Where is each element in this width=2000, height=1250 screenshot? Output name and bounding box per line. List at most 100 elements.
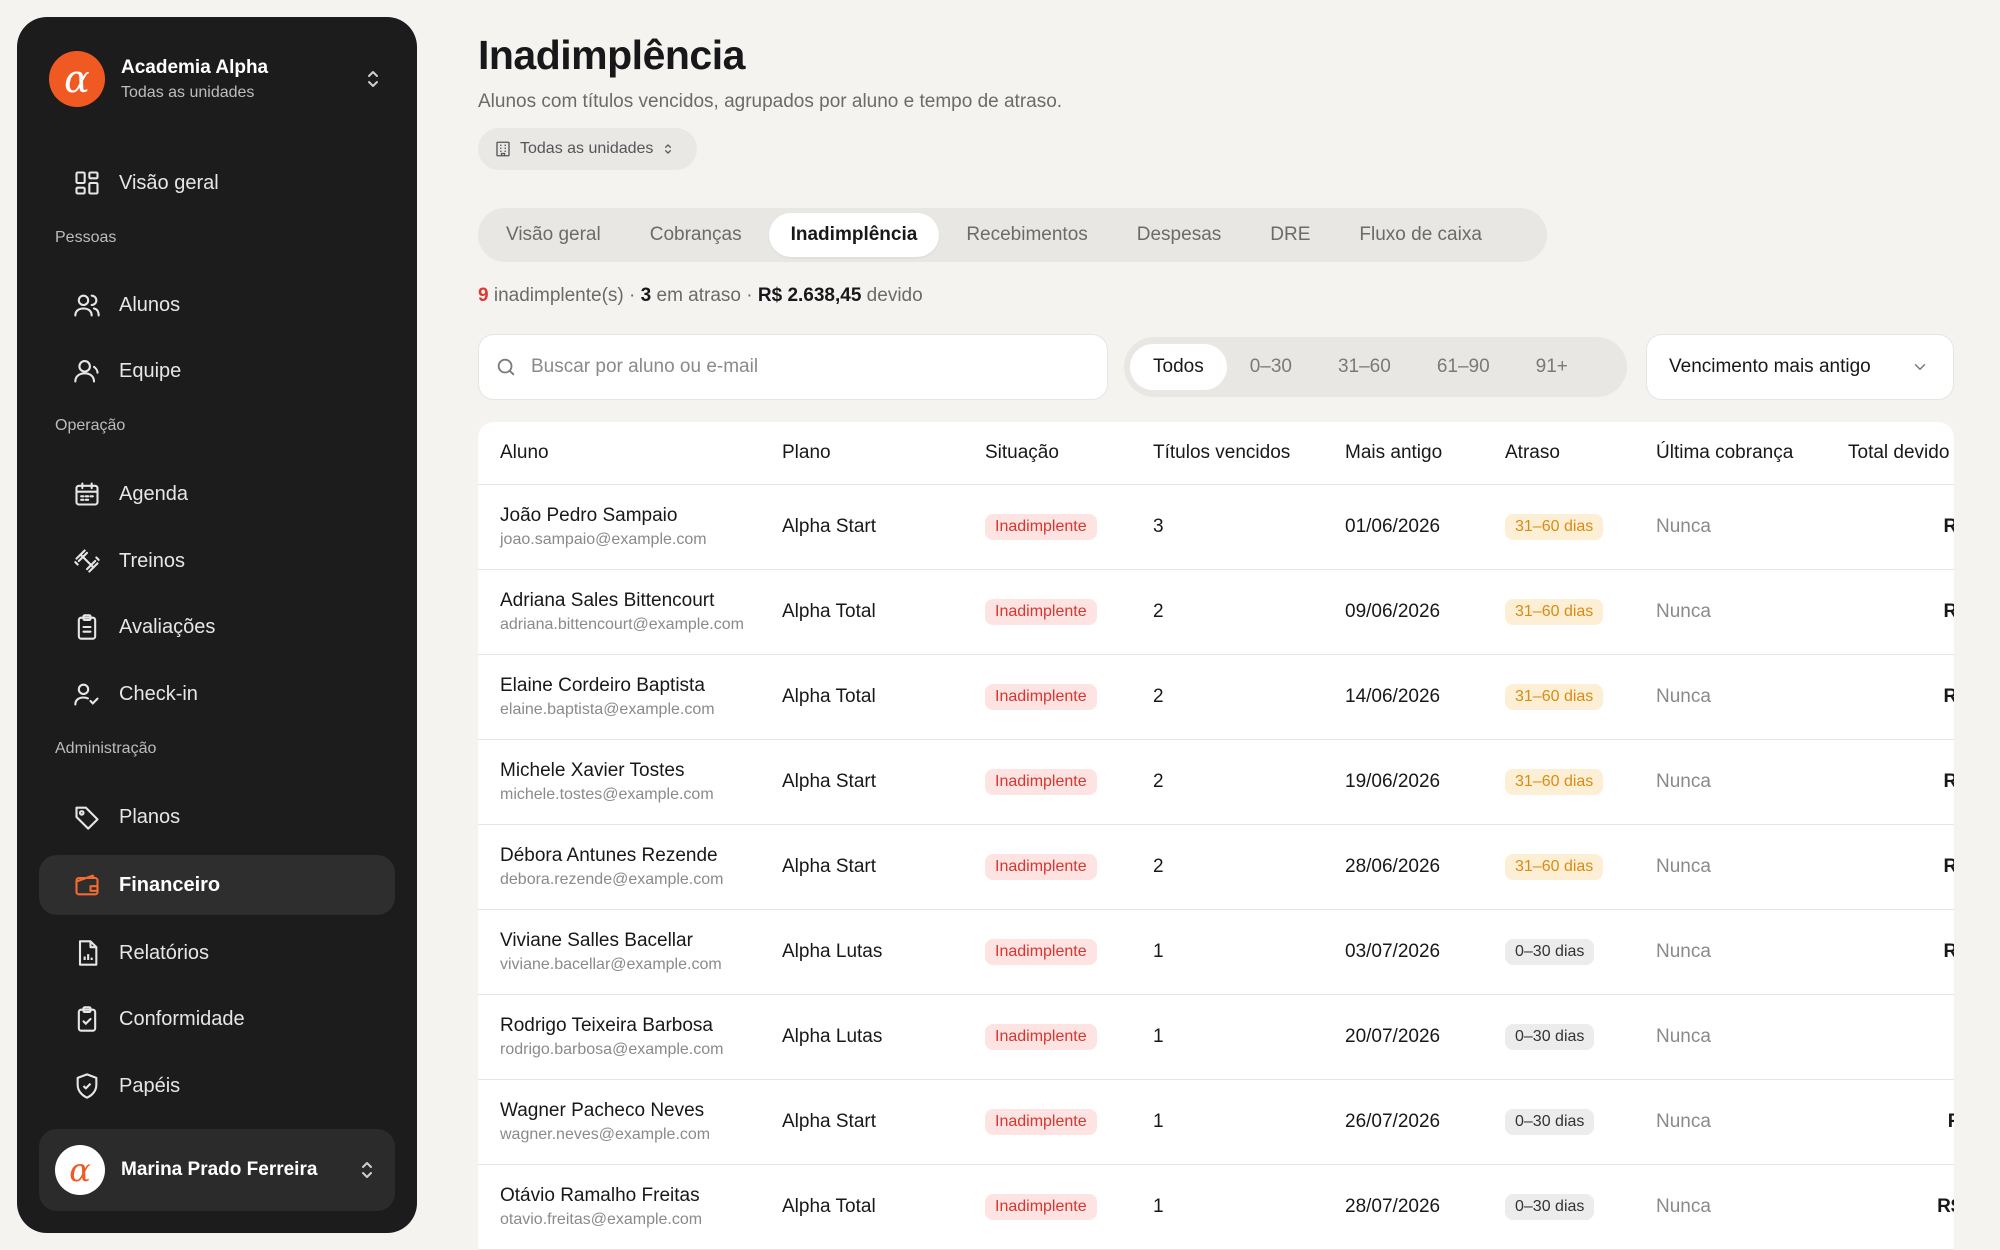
table-row[interactable]: Otávio Ramalho Freitas otavio.freitas@exa…	[478, 1164, 1954, 1250]
sidebar-item-schedule[interactable]: Agenda	[39, 464, 395, 524]
sidebar-item-compliance[interactable]: Conformidade	[39, 989, 395, 1049]
cell-total-due: R$ 169,	[1848, 909, 1954, 995]
tab-overview[interactable]: Visão geral	[484, 213, 623, 257]
search-input[interactable]	[531, 356, 1091, 378]
table-row[interactable]: Rodrigo Teixeira Barbosa rodrigo.barbosa@…	[478, 994, 1954, 1080]
tab-charges[interactable]: Cobranças	[628, 213, 764, 257]
cell-oldest-date: 01/06/2026	[1345, 484, 1505, 570]
table-row[interactable]: Michele Xavier Tostes michele.tostes@exam…	[478, 739, 1954, 825]
sidebar-item-workouts[interactable]: Treinos	[39, 531, 395, 591]
user-check-icon	[74, 683, 99, 706]
cell-total-due: R$ 359,	[1848, 569, 1954, 655]
column-header-plan[interactable]: Plano	[782, 422, 985, 485]
sort-select[interactable]: Vencimento mais antigo	[1646, 334, 1954, 400]
student-email: otavio.freitas@example.com	[500, 1210, 703, 1228]
status-badge: Inadimplente	[985, 513, 1097, 540]
sort-selected: Vencimento mais antigo	[1669, 356, 1871, 377]
cell-status: Inadimplente	[985, 739, 1153, 825]
student-name[interactable]: Elaine Cordeiro Baptista	[500, 675, 782, 697]
table-row[interactable]: João Pedro Sampaio joao.sampaio@example.c…	[478, 484, 1954, 570]
cell-oldest-date: 28/07/2026	[1345, 1164, 1505, 1250]
tab-defaults[interactable]: Inadimplência	[768, 213, 940, 257]
table-header-row: Aluno Plano Situação Títulos vencidos Ma…	[478, 422, 1954, 485]
student-name[interactable]: Otávio Ramalho Freitas	[500, 1185, 782, 1207]
sidebar-item-finance[interactable]: Financeiro	[39, 855, 395, 915]
filter-all[interactable]: Todos	[1130, 344, 1227, 390]
table-row[interactable]: Débora Antunes Rezende debora.rezende@exa…	[478, 824, 1954, 910]
sidebar-item-label: Agenda	[119, 482, 188, 505]
cell-overdue-count: 2	[1153, 569, 1345, 655]
cell-overdue-count: 2	[1153, 739, 1345, 825]
building-icon	[496, 141, 510, 157]
tab-expenses[interactable]: Despesas	[1115, 213, 1244, 257]
table-row[interactable]: Viviane Salles Bacellar viviane.bacellar@…	[478, 909, 1954, 995]
filter-31-60[interactable]: 31–60	[1315, 344, 1414, 390]
sidebar-item-assessments[interactable]: Avaliações	[39, 597, 395, 657]
student-name[interactable]: Rodrigo Teixeira Barbosa	[500, 1015, 782, 1037]
delay-badge: 0–30 dias	[1505, 1193, 1595, 1220]
tab-receipts[interactable]: Recebimentos	[944, 213, 1109, 257]
tab-dre[interactable]: DRE	[1248, 213, 1332, 257]
delay-badge: 0–30 dias	[1505, 1023, 1595, 1050]
delay-badge: 31–60 dias	[1505, 598, 1604, 625]
cell-delay: 0–30 dias	[1505, 994, 1656, 1080]
cell-oldest-date: 20/07/2026	[1345, 994, 1505, 1080]
column-header-status[interactable]: Situação	[985, 422, 1153, 485]
unit-filter-button[interactable]: Todas as unidades	[478, 128, 698, 170]
table-row[interactable]: Adriana Sales Bittencourt adriana.bittenc…	[478, 569, 1954, 655]
student-name[interactable]: Michele Xavier Tostes	[500, 760, 782, 782]
status-badge: Inadimplente	[985, 598, 1097, 625]
sidebar-item-roles[interactable]: Papéis	[39, 1056, 395, 1116]
cell-oldest-date: 26/07/2026	[1345, 1079, 1505, 1165]
sidebar-item-checkin[interactable]: Check-in	[39, 664, 395, 724]
cell-delay: 31–60 dias	[1505, 654, 1656, 740]
student-name[interactable]: João Pedro Sampaio	[500, 505, 782, 527]
cell-overdue-count: 1	[1153, 994, 1345, 1080]
student-name[interactable]: Adriana Sales Bittencourt	[500, 590, 782, 612]
cell-status: Inadimplente	[985, 1079, 1153, 1165]
cell-plan: Alpha Total	[782, 654, 985, 740]
sidebar-item-reports[interactable]: Relatórios	[39, 923, 395, 983]
filter-91-plus[interactable]: 91+	[1513, 344, 1591, 390]
column-header-delay[interactable]: Atraso	[1505, 422, 1656, 485]
cell-student: João Pedro Sampaio joao.sampaio@example.c…	[478, 484, 782, 570]
status-badge: Inadimplente	[985, 768, 1097, 795]
sidebar-item-team[interactable]: Equipe	[39, 341, 395, 401]
tab-cash-flow[interactable]: Fluxo de caixa	[1337, 213, 1504, 257]
column-header-total[interactable]: Total devido	[1848, 422, 1954, 485]
cell-overdue-count: 1	[1153, 909, 1345, 995]
chevron-updown-icon	[368, 71, 378, 87]
student-name[interactable]: Débora Antunes Rezende	[500, 845, 782, 867]
org-name: Academia Alpha	[121, 56, 269, 78]
column-header-student[interactable]: Aluno	[478, 422, 782, 485]
column-header-oldest[interactable]: Mais antigo	[1345, 422, 1505, 485]
student-email: adriana.bittencourt@example.com	[500, 615, 744, 633]
page-subtitle: Alunos com títulos vencidos, agrupados p…	[478, 91, 1063, 112]
users-icon	[74, 294, 100, 317]
status-badge: Inadimplente	[985, 938, 1097, 965]
table-row[interactable]: Elaine Cordeiro Baptista elaine.baptista@…	[478, 654, 1954, 740]
tag-icon	[75, 806, 99, 830]
cell-oldest-date: 09/06/2026	[1345, 569, 1505, 655]
cell-student: Viviane Salles Bacellar viviane.bacellar@…	[478, 909, 782, 995]
column-header-overdue[interactable]: Títulos vencidos	[1153, 422, 1345, 485]
filter-0-30[interactable]: 0–30	[1227, 344, 1315, 390]
student-name[interactable]: Viviane Salles Bacellar	[500, 930, 782, 952]
status-badge: Inadimplente	[985, 1108, 1097, 1135]
cell-total-due: R$ 260,(	[1848, 1164, 1954, 1250]
late-count: 3	[640, 285, 652, 306]
cell-plan: Alpha Lutas	[782, 909, 985, 995]
defaulters-label: inadimplente(s) ·	[488, 285, 641, 306]
cell-student: Michele Xavier Tostes michele.tostes@exam…	[478, 739, 782, 825]
student-name[interactable]: Wagner Pacheco Neves	[500, 1100, 782, 1122]
table-row[interactable]: Wagner Pacheco Neves wagner.neves@example…	[478, 1079, 1954, 1165]
sidebar-item-overview[interactable]: Visão geral	[39, 153, 395, 213]
sidebar-item-students[interactable]: Alunos	[39, 275, 395, 335]
org-switcher[interactable]: α Academia Alpha Todas as unidades	[49, 51, 385, 107]
cell-plan: Alpha Start	[782, 824, 985, 910]
column-header-last-charge[interactable]: Última cobrança	[1656, 422, 1848, 485]
filter-61-90[interactable]: 61–90	[1414, 344, 1513, 390]
sidebar-item-plans[interactable]: Planos	[39, 787, 395, 847]
user-menu[interactable]: α Marina Prado Ferreira	[39, 1129, 395, 1211]
late-label: em atraso ·	[651, 285, 758, 306]
